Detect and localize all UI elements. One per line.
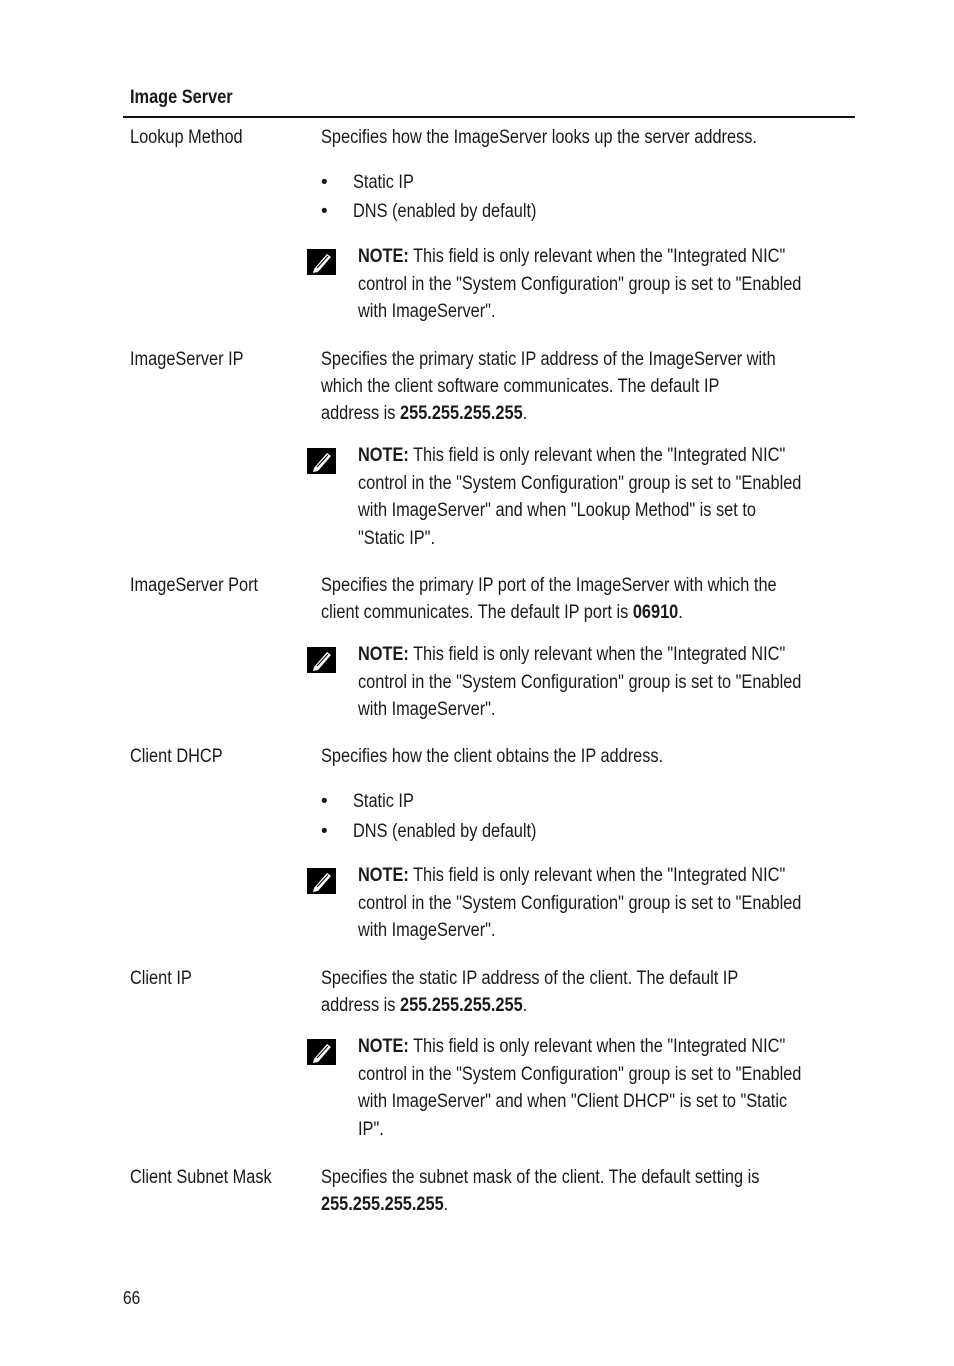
- row-description-client-ip: Specifies the static IP address of the c…: [321, 968, 739, 1016]
- bullet-icon: •: [321, 791, 328, 812]
- row-description-client-subnet-mask: Specifies the subnet mask of the client.…: [321, 1167, 760, 1215]
- row-label-imageserver-port: ImageServer Port: [130, 575, 259, 596]
- section-title: Image Server: [130, 87, 233, 108]
- row-description-lookup-method: Specifies how the ImageServer looks up t…: [321, 127, 757, 148]
- note-pencil-icon: [307, 249, 336, 275]
- note-pencil-icon: [307, 868, 336, 894]
- header-rule: [123, 116, 855, 118]
- note-text: NOTE: This field is only relevant when t…: [358, 445, 802, 549]
- row-description-client-dhcp: Specifies how the client obtains the IP …: [321, 746, 664, 767]
- default-value: 255.255.255.255: [321, 1194, 444, 1215]
- note-pencil-icon: [307, 1039, 336, 1065]
- bullet-icon: •: [321, 201, 328, 222]
- bullet-icon: •: [321, 172, 328, 193]
- default-value: 255.255.255.255: [400, 995, 523, 1016]
- bullet-icon: •: [321, 821, 328, 842]
- row-description-imageserver-port: Specifies the primary IP port of the Ima…: [321, 575, 777, 623]
- note-pencil-icon: [307, 448, 336, 474]
- row-label-imageserver-ip: ImageServer IP: [130, 349, 244, 370]
- note-text: NOTE: This field is only relevant when t…: [358, 865, 802, 941]
- row-label-client-subnet-mask: Client Subnet Mask: [130, 1167, 272, 1188]
- default-value: 255.255.255.255: [400, 403, 523, 424]
- row-label-client-dhcp: Client DHCP: [130, 746, 223, 767]
- note-text: NOTE: This field is only relevant when t…: [358, 644, 802, 720]
- note-text: NOTE: This field is only relevant when t…: [358, 1036, 802, 1140]
- row-description-imageserver-ip: Specifies the primary static IP address …: [321, 349, 776, 424]
- page-number: 66: [123, 1288, 141, 1308]
- row-label-client-ip: Client IP: [130, 968, 192, 989]
- note-pencil-icon: [307, 647, 336, 673]
- default-value: 06910: [632, 602, 679, 623]
- row-label-lookup-method: Lookup Method: [130, 127, 243, 148]
- note-text: NOTE: This field is only relevant when t…: [358, 246, 802, 322]
